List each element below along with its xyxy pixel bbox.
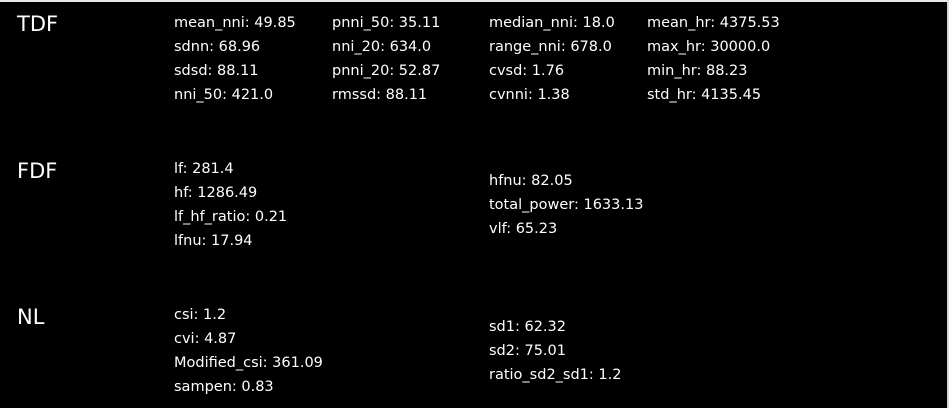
metric-range-nni: range_nni: 678.0 <box>489 39 612 55</box>
metric-mean-hr: mean_hr: 4375.53 <box>647 15 780 31</box>
tdf-column-1: mean_nni: 49.85 sdnn: 68.96 sdsd: 88.11 … <box>174 11 296 107</box>
metric-nni-50: nni_50: 421.0 <box>174 87 274 103</box>
metric-std-hr: std_hr: 4135.45 <box>647 87 762 103</box>
metric-cvnni: cvnni: 1.38 <box>489 87 570 103</box>
metric-rmssd: rmssd: 88.11 <box>332 87 428 103</box>
metric-sampen: sampen: 0.83 <box>174 379 274 395</box>
nl-column-2: sd1: 62.32 sd2: 75.01 ratio_sd2_sd1: 1.2 <box>489 315 621 387</box>
metric-sdnn: sdnn: 68.96 <box>174 39 261 55</box>
metric-hfnu: hfnu: 82.05 <box>489 173 573 189</box>
fdf-column-1: lf: 281.4 hf: 1286.49 lf_hf_ratio: 0.21 … <box>174 157 287 253</box>
tdf-column-2: pnni_50: 35.11 nni_20: 634.0 pnni_20: 52… <box>332 11 440 107</box>
metric-min-hr: min_hr: 88.23 <box>647 63 748 79</box>
metric-csi: csi: 1.2 <box>174 307 227 323</box>
metric-ratio-sd2-sd1: ratio_sd2_sd1: 1.2 <box>489 367 622 383</box>
section-title-fdf: FDF <box>17 159 58 183</box>
fdf-column-2: hfnu: 82.05 total_power: 1633.13 vlf: 65… <box>489 169 643 241</box>
tdf-column-4: mean_hr: 4375.53 max_hr: 30000.0 min_hr:… <box>647 11 780 107</box>
metric-cvsd: cvsd: 1.76 <box>489 63 565 79</box>
metric-lf: lf: 281.4 <box>174 161 234 177</box>
metric-lf-hf-ratio: lf_hf_ratio: 0.21 <box>174 209 288 225</box>
metric-sd2: sd2: 75.01 <box>489 343 566 359</box>
metric-mean-nni: mean_nni: 49.85 <box>174 15 296 31</box>
nl-column-1: csi: 1.2 cvi: 4.87 Modified_csi: 361.09 … <box>174 303 323 399</box>
metric-cvi: cvi: 4.87 <box>174 331 237 347</box>
metric-vlf: vlf: 65.23 <box>489 221 558 237</box>
metric-hf: hf: 1286.49 <box>174 185 258 201</box>
metric-max-hr: max_hr: 30000.0 <box>647 39 771 55</box>
metric-median-nni: median_nni: 18.0 <box>489 15 615 31</box>
metric-sdsd: sdsd: 88.11 <box>174 63 259 79</box>
metric-lfnu: lfnu: 17.94 <box>174 233 253 249</box>
tdf-column-3: median_nni: 18.0 range_nni: 678.0 cvsd: … <box>489 11 615 107</box>
metric-pnni-20: pnni_20: 52.87 <box>332 63 441 79</box>
metric-sd1: sd1: 62.32 <box>489 319 566 335</box>
metric-total-power: total_power: 1633.13 <box>489 197 644 213</box>
metric-nni-20: nni_20: 634.0 <box>332 39 432 55</box>
section-title-tdf: TDF <box>17 12 59 36</box>
section-title-nl: NL <box>17 305 45 329</box>
metric-modified-csi: Modified_csi: 361.09 <box>174 355 323 371</box>
metric-pnni-50: pnni_50: 35.11 <box>332 15 441 31</box>
top-border <box>0 0 949 2</box>
